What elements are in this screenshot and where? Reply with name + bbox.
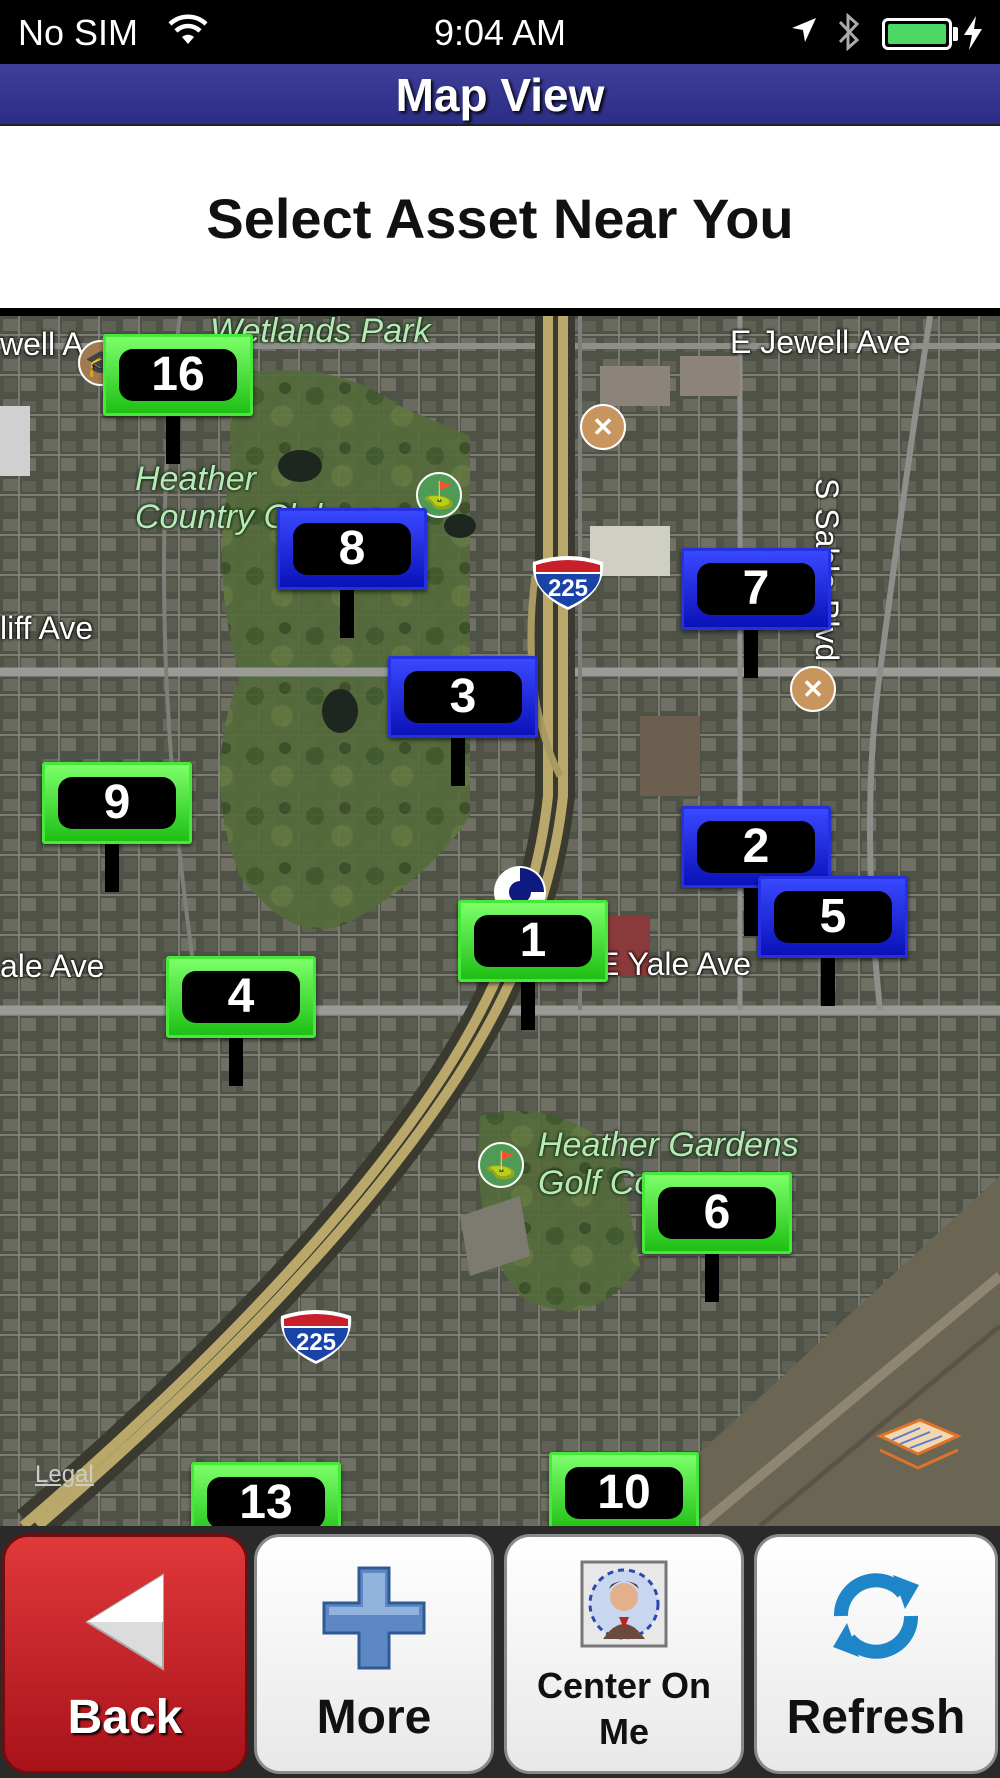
asset-number: 1 xyxy=(519,914,547,967)
back-button[interactable]: Back xyxy=(2,1534,248,1774)
asset-sign: 9 xyxy=(42,762,192,844)
interstate-shield-icon: 225 xyxy=(532,556,604,610)
asset-marker-16[interactable]: 16 xyxy=(103,334,253,494)
asset-pole xyxy=(229,1038,243,1086)
asset-pole xyxy=(744,630,758,678)
golf-icon[interactable]: ⛳ xyxy=(478,1142,524,1188)
asset-pole xyxy=(744,888,758,936)
asset-sign: 13 xyxy=(191,1462,341,1526)
asset-number: 9 xyxy=(103,776,131,829)
more-button[interactable]: More xyxy=(254,1534,494,1774)
asset-number: 8 xyxy=(338,522,366,575)
asset-sign: 3 xyxy=(388,656,538,738)
street-label-yale-west: ale Ave xyxy=(0,948,105,984)
asset-number: 3 xyxy=(449,670,477,723)
center-on-me-label: Center On Me xyxy=(507,1663,741,1755)
asset-sign: 1 xyxy=(458,900,608,982)
asset-number: 16 xyxy=(151,348,205,401)
battery-tip xyxy=(953,27,958,41)
asset-number: 13 xyxy=(239,1476,293,1527)
status-bar: No SIM 9:04 AM xyxy=(0,0,1000,64)
more-label: More xyxy=(316,1691,432,1744)
park-label-line: Heather Gardens xyxy=(538,1126,799,1164)
instruction-area: Select Asset Near You xyxy=(0,126,1000,312)
street-label-jewell-west: well A xyxy=(0,326,84,362)
center-on-me-label-line: Me xyxy=(598,1711,649,1752)
map-layers-icon[interactable] xyxy=(870,1406,966,1482)
asset-pole xyxy=(105,844,119,892)
street-label-iliff: liff Ave xyxy=(0,610,94,646)
asset-pole xyxy=(705,1254,719,1302)
refresh-button[interactable]: Refresh xyxy=(754,1534,998,1774)
bluetooth-icon xyxy=(838,12,860,52)
interstate-shield-icon: 225 xyxy=(280,1310,352,1364)
plus-icon xyxy=(322,1566,426,1670)
street-label-jewell-east: E Jewell Ave xyxy=(730,324,911,360)
asset-sign: 5 xyxy=(758,876,908,958)
asset-pole xyxy=(451,738,465,786)
location-arrow-icon xyxy=(792,18,816,42)
asset-pole xyxy=(521,982,535,1030)
title-bar: Map View xyxy=(0,64,1000,126)
refresh-icon xyxy=(833,1573,919,1659)
asset-sign: 4 xyxy=(166,956,316,1038)
asset-number: 10 xyxy=(597,1466,651,1519)
asset-marker-6[interactable]: 6 xyxy=(642,1172,792,1332)
asset-number: 4 xyxy=(227,970,255,1023)
center-on-me-label-line: Center On xyxy=(536,1665,712,1706)
back-label: Back xyxy=(67,1691,183,1744)
asset-marker-3[interactable]: 3 xyxy=(388,656,538,816)
battery-level xyxy=(888,24,946,44)
center-on-me-button[interactable]: Center On Me xyxy=(504,1534,744,1774)
bottom-toolbar: Back More Center On Me Refresh xyxy=(0,1526,1000,1778)
legal-link[interactable]: Legal xyxy=(35,1461,94,1489)
asset-number: 2 xyxy=(742,820,770,873)
restaurant-icon[interactable]: ✕ xyxy=(580,404,626,450)
asset-marker-9[interactable]: 9 xyxy=(42,762,192,922)
battery-icon xyxy=(882,18,952,50)
asset-number: 6 xyxy=(703,1186,731,1239)
asset-number: 5 xyxy=(819,890,847,943)
asset-marker-4[interactable]: 4 xyxy=(166,956,316,1116)
asset-marker-1[interactable]: 1 xyxy=(458,900,608,1060)
asset-sign: 10 xyxy=(549,1452,699,1526)
shield-number: 225 xyxy=(296,1329,336,1356)
asset-marker-10[interactable]: 10 xyxy=(549,1452,699,1526)
back-arrow-icon xyxy=(85,1573,164,1671)
asset-sign: 8 xyxy=(277,508,427,590)
asset-marker-13[interactable]: 13 xyxy=(191,1462,341,1526)
asset-sign: 16 xyxy=(103,334,253,416)
charging-bolt-icon xyxy=(964,16,982,50)
asset-marker-8[interactable]: 8 xyxy=(277,508,427,668)
asset-pole xyxy=(340,590,354,638)
asset-marker-7[interactable]: 7 xyxy=(681,548,831,708)
asset-marker-5[interactable]: 5 xyxy=(758,876,908,1036)
page-title: Map View xyxy=(395,69,605,121)
instruction-text: Select Asset Near You xyxy=(206,187,794,250)
asset-sign: 6 xyxy=(642,1172,792,1254)
asset-pole xyxy=(166,416,180,464)
shield-number: 225 xyxy=(548,575,588,602)
person-avatar-icon xyxy=(580,1560,668,1648)
map-view[interactable]: well A E Jewell Ave liff Ave ale Ave E Y… xyxy=(0,316,1000,1526)
refresh-label: Refresh xyxy=(786,1691,966,1744)
asset-sign: 7 xyxy=(681,548,831,630)
asset-pole xyxy=(821,958,835,1006)
asset-number: 7 xyxy=(742,562,770,615)
